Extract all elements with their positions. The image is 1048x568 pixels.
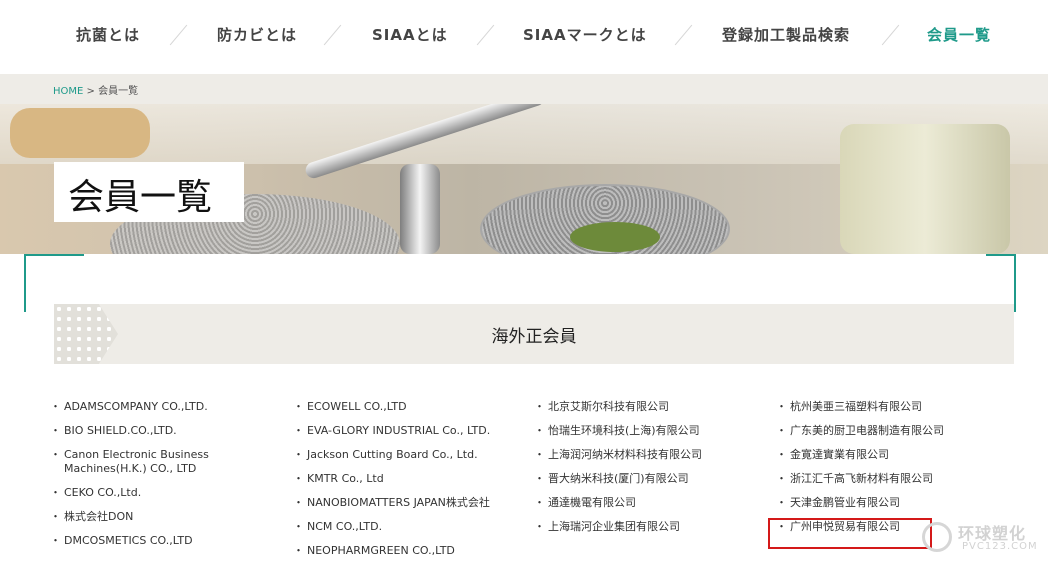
breadcrumb-separator: >: [83, 86, 99, 97]
member-item: Jackson Cutting Board Co., Ltd.: [293, 448, 529, 462]
frame-corner-top-left: [24, 254, 84, 256]
member-item: 金寛達實業有限公司: [776, 448, 1012, 462]
breadcrumb-home-link[interactable]: HOME: [53, 86, 83, 97]
member-item: NANOBIOMATTERS JAPAN株式会社: [293, 496, 529, 510]
section-title: 海外正会員: [491, 327, 577, 347]
member-item: DMCOSMETICS CO.,LTD: [50, 534, 286, 548]
frame-corner-left: [24, 254, 26, 312]
hero-bread: [10, 108, 150, 158]
breadcrumb: HOME > 会員一覧: [53, 82, 138, 97]
member-item: 通達機電有限公司: [534, 496, 770, 510]
nav-separator: [476, 24, 495, 46]
watermark-subtext: PVC123.COM: [962, 541, 1038, 552]
member-item: 浙江汇千高飞新材料有限公司: [776, 472, 1012, 486]
breadcrumb-current: 会員一覧: [98, 86, 139, 97]
member-column-3: 北京艾斯尔科技有限公司 怡瑞生环境科技(上海)有限公司 上海润河纳米材料科技有限…: [534, 400, 770, 544]
breadcrumb-bar: HOME > 会員一覧: [0, 74, 1048, 104]
hero-vegetables: [570, 222, 660, 252]
nav-item-product-search[interactable]: 登録加工製品検索: [722, 24, 850, 45]
member-item: ADAMSCOMPANY CO.,LTD.: [50, 400, 286, 414]
member-item: 上海润河纳米材料科技有限公司: [534, 448, 770, 462]
hero-faucet-neck: [400, 164, 440, 254]
member-item: EVA-GLORY INDUSTRIAL Co., LTD.: [293, 424, 529, 438]
highlight-box: [768, 518, 932, 549]
member-item: 上海瑞河企业集团有限公司: [534, 520, 770, 534]
member-item: 晋大纳米科技(厦门)有限公司: [534, 472, 770, 486]
watermark-logo-icon: [922, 522, 952, 552]
member-item: 杭州美亜三福塑料有限公司: [776, 400, 1012, 414]
nav-item-about-siaa[interactable]: SIAAとは: [372, 24, 448, 45]
member-item: 北京艾斯尔科技有限公司: [534, 400, 770, 414]
nav-separator: [881, 24, 900, 46]
member-column-1: ADAMSCOMPANY CO.,LTD. BIO SHIELD.CO.,LTD…: [50, 400, 286, 558]
member-item: 株式会社DON: [50, 510, 286, 524]
nav-item-antibacterial[interactable]: 抗菌とは: [76, 24, 140, 45]
member-item: NCM CO.,LTD.: [293, 520, 529, 534]
member-item: KMTR Co., Ltd: [293, 472, 529, 486]
member-item: 广东美的厨卫电器制造有限公司: [776, 424, 1012, 438]
section-header: 海外正会員: [54, 304, 1014, 364]
nav-separator: [674, 24, 693, 46]
frame-corner-top-right: [986, 254, 1016, 256]
hero-appliance: [840, 124, 1010, 254]
nav-item-siaa-mark[interactable]: SIAAマークとは: [523, 24, 647, 45]
member-item: NEOPHARMGREEN CO.,LTD: [293, 544, 529, 558]
nav-separator: [169, 24, 188, 46]
frame-corner-right: [1014, 254, 1016, 312]
member-item: 天津金鹏管业有限公司: [776, 496, 1012, 510]
nav-item-antimold[interactable]: 防カビとは: [217, 24, 297, 45]
nav-item-member-list[interactable]: 会員一覧: [927, 24, 991, 45]
nav-separator: [323, 24, 342, 46]
member-item: 怡瑞生环境科技(上海)有限公司: [534, 424, 770, 438]
hero-banner: 会員一覧: [0, 104, 1048, 254]
page-title: 会員一覧: [68, 177, 213, 218]
member-column-2: ECOWELL CO.,LTD EVA-GLORY INDUSTRIAL Co.…: [293, 400, 529, 568]
member-item: ECOWELL CO.,LTD: [293, 400, 529, 414]
member-item: CEKO CO.,Ltd.: [50, 486, 286, 500]
top-navigation: 抗菌とは 防カビとは SIAAとは SIAAマークとは 登録加工製品検索 会員一…: [0, 0, 1048, 74]
member-item: Canon Electronic Business Machines(H.K.)…: [50, 448, 286, 476]
member-item: BIO SHIELD.CO.,LTD.: [50, 424, 286, 438]
